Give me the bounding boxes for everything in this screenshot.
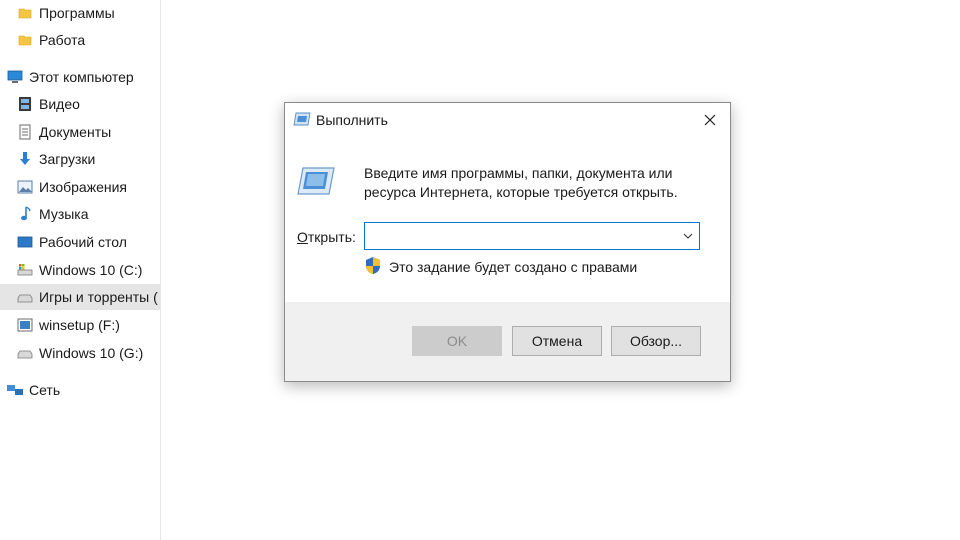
nav-item-label: Музыка (39, 206, 89, 222)
music-icon (16, 205, 34, 223)
ok-button[interactable]: OK (412, 326, 502, 356)
browse-button[interactable]: Обзор... (611, 326, 701, 356)
shield-icon (364, 256, 382, 275)
nav-item-music[interactable]: Музыка (0, 201, 160, 227)
nav-item-label: Сеть (29, 382, 61, 398)
run-icon-large (297, 167, 335, 195)
nav-item-label: Документы (39, 124, 112, 140)
description-line: Введите имя программы, папки, документа … (364, 165, 673, 181)
chevron-down-icon (683, 233, 693, 239)
dialog-footer: OK Отмена Обзор... (285, 302, 730, 381)
nav-item-games-drive[interactable]: Игры и торренты ( (0, 284, 160, 310)
description-line: ресурса Интернета, которые требуется отк… (364, 184, 678, 200)
close-icon (704, 114, 716, 126)
open-label-accesskey: О (297, 229, 308, 245)
open-combobox[interactable] (364, 222, 700, 250)
nav-item-label: Windows 10 (C:) (39, 262, 143, 278)
drive-icon (16, 288, 34, 306)
nav-item-programs[interactable]: Программы (0, 0, 160, 26)
nav-item-downloads[interactable]: Загрузки (0, 146, 160, 172)
run-icon (293, 112, 311, 126)
nav-item-label: Этот компьютер (29, 69, 134, 85)
open-label-text: ткрыть: (307, 229, 356, 245)
documents-icon (16, 123, 34, 141)
nav-item-work[interactable]: Работа (0, 27, 160, 53)
nav-item-label: Рабочий стол (39, 234, 127, 250)
combobox-dropdown-button[interactable] (677, 223, 699, 249)
nav-item-documents[interactable]: Документы (0, 119, 160, 145)
nav-item-label: Работа (39, 32, 86, 48)
nav-item-label: Загрузки (39, 151, 96, 167)
folder-icon (16, 31, 34, 49)
video-icon (16, 95, 34, 113)
nav-item-label: Видео (39, 96, 80, 112)
close-button[interactable] (690, 103, 730, 137)
nav-item-drive-c[interactable]: Windows 10 (C:) (0, 257, 160, 283)
pictures-icon (16, 178, 34, 196)
dialog-titlebar[interactable]: Выполнить (285, 103, 730, 137)
folder-icon (16, 4, 34, 22)
nav-item-drive-g[interactable]: Windows 10 (G:) (0, 340, 160, 366)
nav-item-network[interactable]: Сеть (0, 377, 160, 403)
usb-drive-icon (16, 316, 34, 334)
nav-item-label: winsetup (F:) (39, 317, 120, 333)
nav-item-label: Изображения (39, 179, 127, 195)
nav-item-pictures[interactable]: Изображения (0, 174, 160, 200)
network-icon (6, 381, 24, 399)
run-dialog: Выполнить Введите имя программы, папки, … (284, 102, 731, 382)
admin-note: Это задание будет создано с правами (389, 259, 638, 275)
system-drive-icon (16, 261, 34, 279)
computer-icon (6, 68, 24, 86)
cancel-button[interactable]: Отмена (512, 326, 602, 356)
desktop-icon (16, 233, 34, 251)
nav-item-label: Windows 10 (G:) (39, 345, 144, 361)
dialog-title: Выполнить (316, 112, 388, 128)
drive-icon (16, 344, 34, 362)
nav-item-this-pc[interactable]: Этот компьютер (0, 64, 160, 90)
dialog-description: Введите имя программы, папки, документа … (364, 164, 704, 202)
nav-item-desktop[interactable]: Рабочий стол (0, 229, 160, 255)
nav-item-label: Игры и торренты ( (39, 289, 158, 305)
nav-item-label: Программы (39, 5, 115, 21)
navigation-pane: Программы Работа Этот компьютер Видео До… (0, 0, 161, 540)
nav-item-video[interactable]: Видео (0, 91, 160, 117)
nav-item-winsetup[interactable]: winsetup (F:) (0, 312, 160, 338)
download-icon (16, 150, 34, 168)
open-label: Открыть: (297, 229, 356, 245)
